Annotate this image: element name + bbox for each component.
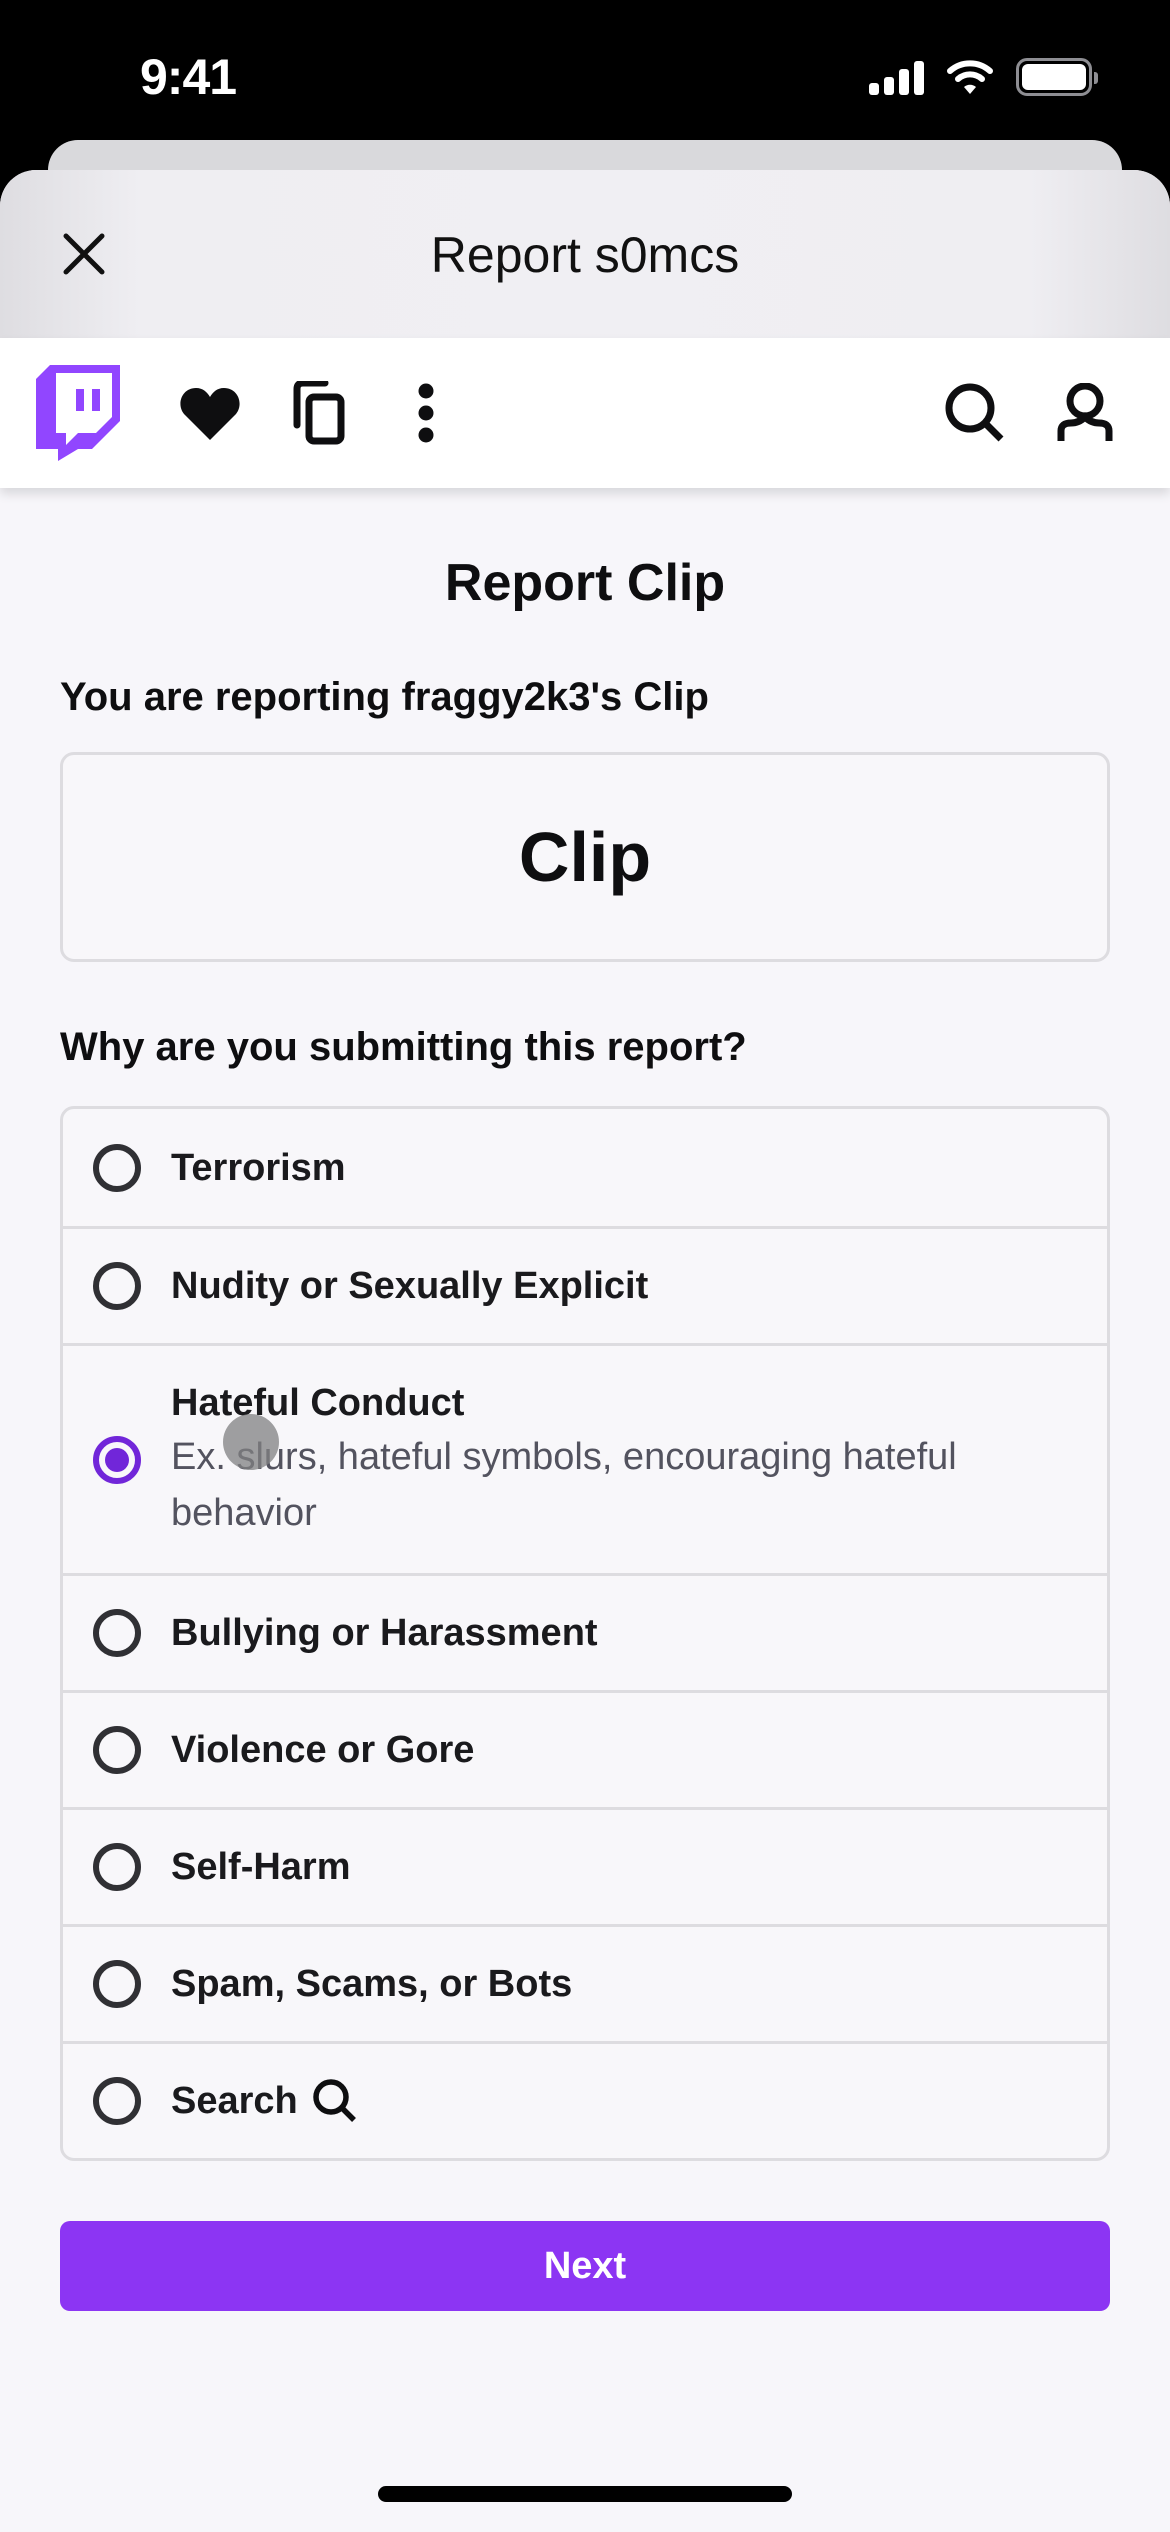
twitch-logo-icon <box>36 365 120 461</box>
page-title: Report Clip <box>444 554 726 612</box>
wifi-icon <box>947 60 993 94</box>
radio-button[interactable] <box>93 1262 141 1310</box>
radio-button[interactable] <box>93 1143 141 1192</box>
radio-button[interactable] <box>93 2077 141 2125</box>
follow-button[interactable] <box>176 338 244 488</box>
status-bar: 9:41 <box>0 0 1170 140</box>
heart-icon <box>180 388 240 440</box>
touch-indicator <box>223 1414 279 1470</box>
more-options-button[interactable] <box>404 338 448 488</box>
content-preview: Clip <box>60 752 1110 962</box>
option-label: Self-Harm <box>171 1846 351 1888</box>
search-icon <box>313 2079 356 2122</box>
reason-option-nudity[interactable]: Nudity or Sexually Explicit <box>63 1226 1107 1343</box>
option-label-wrap: Search <box>171 2077 358 2125</box>
cellular-signal-icon <box>869 59 924 95</box>
reason-option-search[interactable]: Search <box>63 2041 1107 2158</box>
sheet-title: Report s0mcs <box>430 227 740 283</box>
reason-option-spam[interactable]: Spam, Scams, or Bots <box>63 1924 1107 2041</box>
content-type-label: Clip <box>518 818 652 896</box>
option-label: Bullying or Harassment <box>171 1612 598 1654</box>
option-label: Terrorism <box>171 1146 346 1189</box>
reason-option-bullying[interactable]: Bullying or Harassment <box>63 1573 1107 1690</box>
status-time: 9:41 <box>140 49 237 105</box>
sheet-header: Report s0mcs <box>0 170 1170 338</box>
more-vertical-icon <box>418 383 434 443</box>
option-label: Nudity or Sexually Explicit <box>171 1265 649 1307</box>
reason-options-list: Terrorism Nudity or Sexually Explicit Ha… <box>60 1106 1110 2161</box>
radio-button-selected[interactable] <box>93 1435 141 1484</box>
report-content: Report Clip You are reporting fraggy2k3'… <box>0 548 1170 2311</box>
radio-button[interactable] <box>93 1726 141 1774</box>
reason-option-hateful-conduct[interactable]: Hateful Conduct Ex. slurs, hateful symbo… <box>63 1343 1107 1573</box>
reason-option-violence[interactable]: Violence or Gore <box>63 1690 1107 1807</box>
option-description: Ex. slurs, hateful symbols, encouraging … <box>171 1435 957 1534</box>
battery-icon <box>1016 58 1098 96</box>
user-icon <box>1057 383 1113 441</box>
report-reason-question: Why are you submitting this report? <box>60 1025 747 1069</box>
reason-option-terrorism[interactable]: Terrorism <box>63 1109 1107 1226</box>
reason-option-self-harm[interactable]: Self-Harm <box>63 1807 1107 1924</box>
twitch-nav-bar <box>0 338 1170 488</box>
status-icons <box>869 58 1098 96</box>
copy-button[interactable] <box>288 338 348 488</box>
option-label: Spam, Scams, or Bots <box>171 1963 573 2005</box>
home-indicator[interactable] <box>378 2486 792 2502</box>
radio-button[interactable] <box>93 1843 141 1891</box>
option-label: Hateful Conduct <box>171 1381 465 1424</box>
search-icon <box>945 383 1004 442</box>
profile-button[interactable] <box>1050 338 1120 488</box>
radio-button[interactable] <box>93 1609 141 1657</box>
report-sheet: Report s0mcs Report Clip You are reporti… <box>0 170 1170 2532</box>
copy-icon <box>293 381 345 445</box>
twitch-logo-button[interactable] <box>36 338 120 488</box>
search-button[interactable] <box>940 338 1010 488</box>
next-button[interactable]: Next <box>60 2221 1110 2311</box>
reporting-label: You are reporting fraggy2k3's Clip <box>60 675 709 719</box>
radio-button[interactable] <box>93 1960 141 2008</box>
option-label: Search <box>171 2080 298 2122</box>
option-label: Violence or Gore <box>171 1729 475 1771</box>
